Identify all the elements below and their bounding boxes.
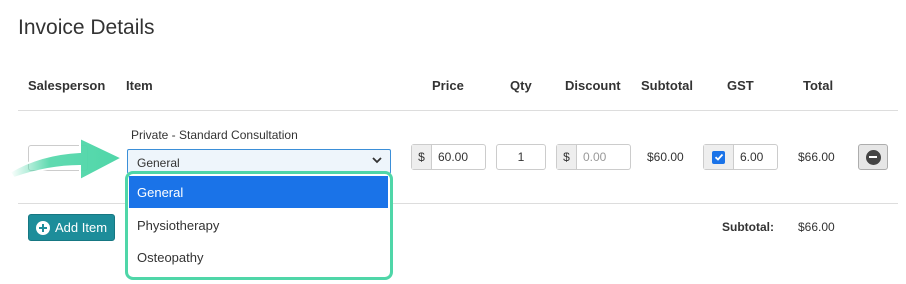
gst-input[interactable]: 6.00 [734, 145, 777, 169]
price-input-group: $ 60.00 [411, 144, 486, 170]
column-header-gst: GST [727, 78, 754, 93]
plus-circle-icon [36, 220, 50, 235]
gst-input-group: 6.00 [703, 144, 778, 170]
column-header-salesperson: Salesperson [28, 78, 106, 93]
dropdown-option-general[interactable]: General [129, 176, 388, 208]
discount-input-group: $ 0.00 [556, 144, 631, 170]
chevron-down-icon [372, 157, 382, 164]
gst-checkbox[interactable] [704, 145, 734, 169]
pointer-arrow-icon [8, 136, 125, 182]
row-total: $66.00 [798, 150, 835, 164]
header-divider [18, 110, 898, 111]
column-header-total: Total [803, 78, 834, 93]
page-title: Invoice Details [18, 16, 155, 39]
price-currency-addon: $ [412, 145, 432, 169]
column-header-qty: Qty [510, 78, 532, 93]
column-header-subtotal: Subtotal [641, 78, 693, 93]
price-input[interactable]: 60.00 [432, 145, 485, 169]
dropdown-option-osteopathy[interactable]: Osteopathy [129, 241, 388, 273]
item-category-value: General [137, 156, 180, 170]
minus-circle-icon [865, 149, 881, 165]
checkmark-icon [712, 150, 725, 164]
discount-currency-addon: $ [557, 145, 577, 169]
column-header-item: Item [126, 78, 153, 93]
item-category-dropdown: General Physiotherapy Osteopathy [129, 176, 388, 274]
discount-input[interactable]: 0.00 [577, 145, 630, 169]
column-header-price: Price [432, 78, 464, 93]
add-item-label: Add Item [55, 220, 108, 235]
remove-row-button[interactable] [858, 144, 888, 170]
qty-input[interactable]: 1 [496, 144, 546, 170]
add-item-button[interactable]: Add Item [28, 214, 115, 241]
summary-subtotal-label: Subtotal: [722, 220, 774, 234]
summary-subtotal-value: $66.00 [798, 220, 835, 234]
row-subtotal: $60.00 [647, 150, 684, 164]
column-header-discount: Discount [565, 78, 621, 93]
dropdown-option-physiotherapy[interactable]: Physiotherapy [129, 209, 388, 241]
item-name: Private - Standard Consultation [131, 128, 298, 142]
